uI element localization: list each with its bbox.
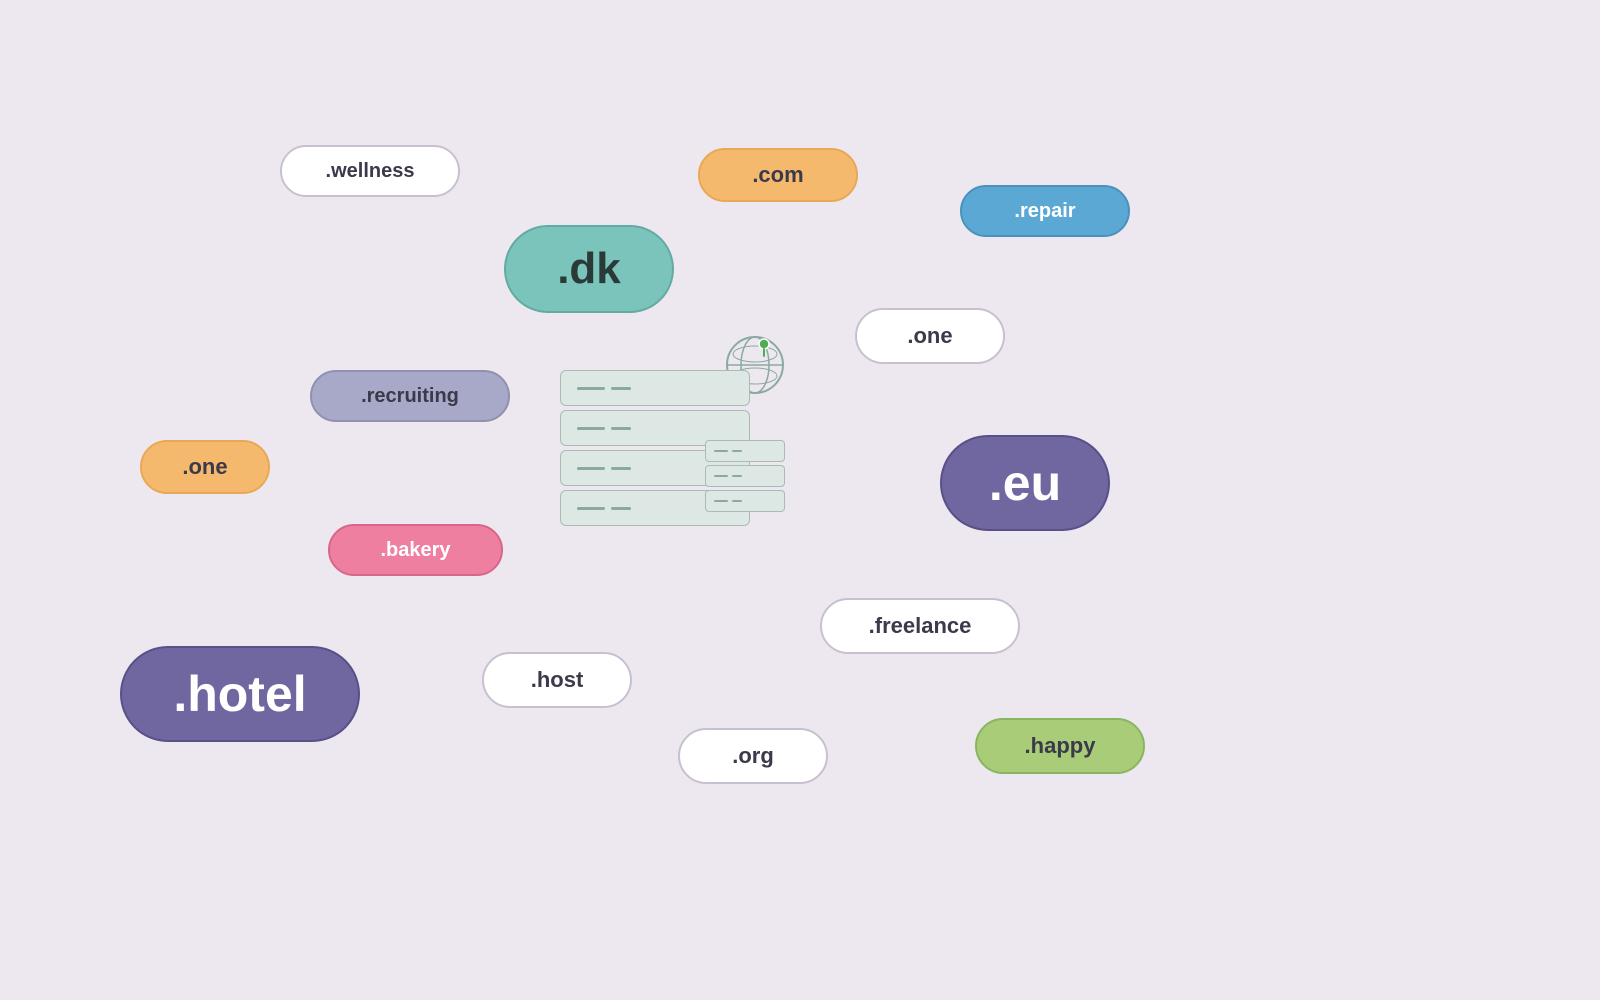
badge-happy[interactable]: .happy [975,718,1145,774]
server-unit-1 [560,370,750,406]
badge-dk[interactable]: .dk [504,225,674,313]
badge-bakery[interactable]: .bakery [328,524,503,576]
badge-one-orange[interactable]: .one [140,440,270,494]
badge-host[interactable]: .host [482,652,632,708]
badge-com[interactable]: .com [698,148,858,202]
badge-wellness[interactable]: .wellness [280,145,460,197]
badge-hotel[interactable]: .hotel [120,646,360,742]
badge-org[interactable]: .org [678,728,828,784]
badge-recruiting[interactable]: .recruiting [310,370,510,422]
server-illustration [560,330,800,550]
badge-freelance[interactable]: .freelance [820,598,1020,654]
badge-repair[interactable]: .repair [960,185,1130,237]
badge-one-white[interactable]: .one [855,308,1005,364]
server-small-unit-2 [705,465,785,487]
badge-eu[interactable]: .eu [940,435,1110,531]
server-small-unit-3 [705,490,785,512]
server-small-stack [705,440,785,515]
server-small-unit-1 [705,440,785,462]
